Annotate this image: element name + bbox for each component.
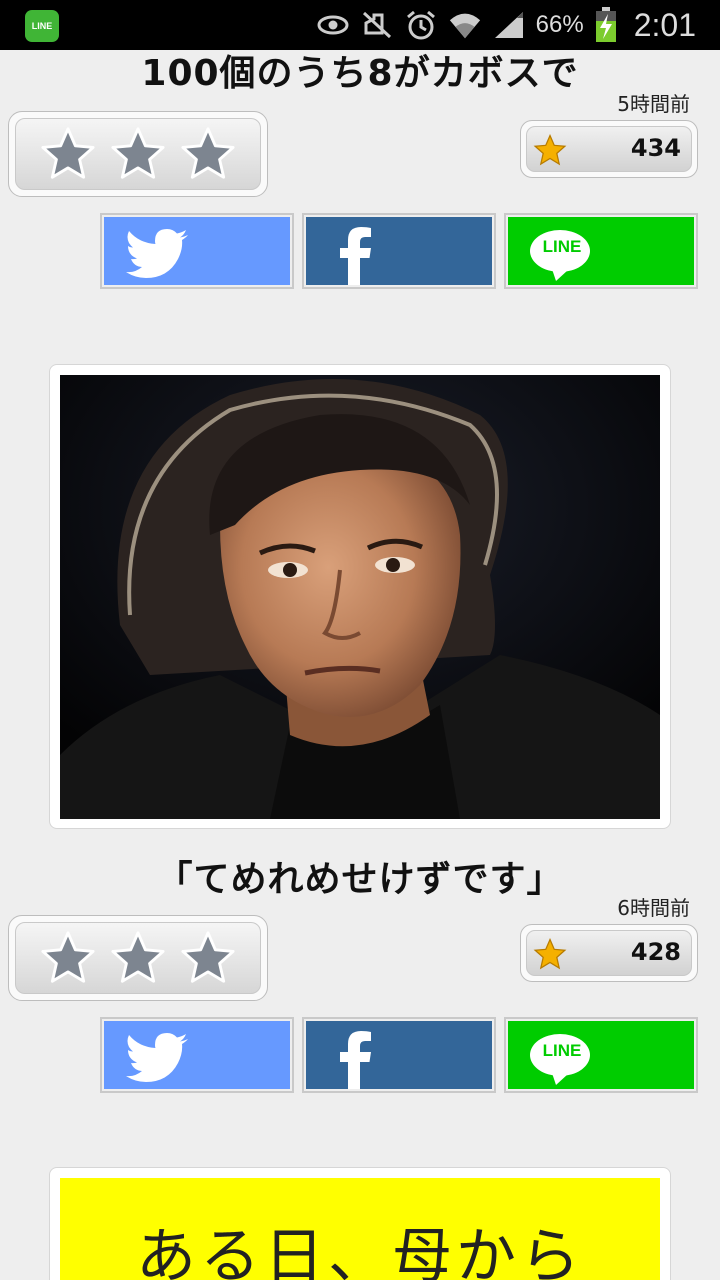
post-time: 5時間前: [617, 92, 690, 116]
line-share-label: LINE: [542, 237, 582, 256]
clock: 2:01: [633, 6, 696, 43]
twitter-icon: [126, 1033, 188, 1082]
mute-icon: [360, 10, 394, 40]
post-time: 6時間前: [617, 896, 690, 920]
status-bar: LINE 66% 2:01: [0, 0, 720, 50]
facebook-share-button[interactable]: [302, 213, 496, 289]
twitter-icon: [126, 229, 188, 278]
twitter-share-button[interactable]: [100, 213, 294, 289]
rating-count: 428: [520, 924, 698, 982]
status-icons: 66% 2:01: [316, 0, 696, 50]
portrait-photo: [60, 375, 660, 819]
alarm-icon: [404, 10, 438, 40]
rating-count-value: 434: [630, 134, 681, 162]
rating-widget: [8, 111, 268, 197]
post-image[interactable]: ある日、母から: [60, 1178, 660, 1280]
facebook-icon: [340, 1031, 371, 1089]
post-image-text: ある日、母から: [136, 1222, 584, 1280]
rate-star-3-button[interactable]: [179, 929, 237, 987]
star-icon: [533, 133, 567, 166]
rate-star-1-button[interactable]: [39, 929, 97, 987]
eye-icon: [316, 10, 350, 40]
line-notification-label: LINE: [31, 21, 53, 31]
star-icon: [533, 937, 567, 970]
line-share-button[interactable]: LINE: [504, 213, 698, 289]
battery-charging-icon: [594, 7, 618, 42]
rating-count: 434: [520, 120, 698, 178]
rating-count-value: 428: [630, 938, 681, 966]
facebook-icon: [340, 227, 371, 285]
post-title: 「てめれめせけずです」: [156, 859, 564, 900]
post-title: 100個のうち8がカボスで: [141, 53, 579, 94]
post-image[interactable]: [60, 375, 660, 819]
rate-star-1-button[interactable]: [39, 125, 97, 183]
rate-star-2-button[interactable]: [109, 929, 167, 987]
rate-star-3-button[interactable]: [179, 125, 237, 183]
line-share-label: LINE: [542, 1041, 582, 1060]
twitter-share-button[interactable]: [100, 1017, 294, 1093]
facebook-share-button[interactable]: [302, 1017, 496, 1093]
rating-widget: [8, 915, 268, 1001]
feed[interactable]: 100個のうち8がカボスで 5時間前 434 LINE 「てめれめせけずです」 …: [0, 50, 720, 1280]
wifi-icon: [448, 10, 482, 40]
post-image-card[interactable]: [49, 364, 671, 829]
line-share-button[interactable]: LINE: [504, 1017, 698, 1093]
rate-star-2-button[interactable]: [109, 125, 167, 183]
line-notification-icon: LINE: [25, 10, 59, 42]
post-image-card[interactable]: ある日、母から: [49, 1167, 671, 1280]
signal-icon: [492, 10, 526, 40]
battery-percentage: 66%: [535, 11, 584, 38]
